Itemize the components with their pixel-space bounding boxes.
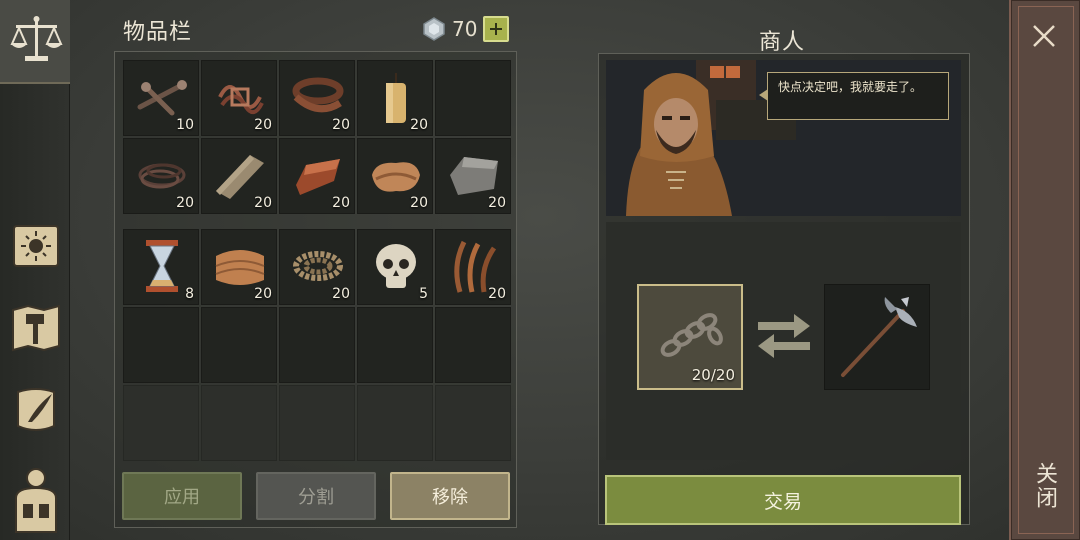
inventory-slot-locked — [279, 385, 355, 461]
inventory-grid-bottom: 8 20 20 5 20 — [123, 229, 511, 383]
offer-qty: 20/20 — [691, 366, 735, 384]
inventory-slot[interactable]: 20 — [123, 138, 199, 214]
close-panel-border — [1018, 6, 1074, 534]
item-qty: 20 — [254, 286, 272, 302]
item-qty: 20 — [254, 117, 272, 133]
close-icon[interactable] — [1030, 22, 1058, 50]
backpack-character-icon[interactable] — [8, 464, 64, 534]
inventory-slot[interactable]: 20 — [201, 229, 277, 305]
inventory-slot[interactable]: 8 — [123, 229, 199, 305]
quill-scroll-icon[interactable] — [8, 382, 64, 438]
item-qty: 20 — [410, 117, 428, 133]
inventory-slot-locked — [123, 385, 199, 461]
inventory-slot[interactable]: 20 — [279, 60, 355, 136]
inventory-slot-empty[interactable] — [357, 307, 433, 383]
skull-icon — [376, 244, 416, 288]
hammer-map-icon[interactable] — [8, 300, 64, 356]
inventory-slot[interactable]: 20 — [357, 138, 433, 214]
merchant-speech-bubble: 快点决定吧，我就要走了。 — [759, 72, 949, 120]
add-currency-button[interactable] — [483, 16, 510, 42]
inventory-slot[interactable]: 20 — [201, 60, 277, 136]
inventory-slot[interactable]: 5 — [357, 229, 433, 305]
item-qty: 20 — [332, 286, 350, 302]
inventory-slot-empty[interactable] — [279, 307, 355, 383]
inventory-slot-locked — [435, 385, 511, 461]
inventory-slot-locked — [357, 385, 433, 461]
inventory-slot-empty[interactable] — [435, 60, 511, 136]
scales-icon — [10, 16, 63, 61]
item-qty: 8 — [185, 286, 194, 302]
item-qty: 5 — [419, 286, 428, 302]
item-qty: 20 — [488, 195, 506, 211]
currency-value: 70 — [452, 17, 478, 41]
sun-book-icon[interactable] — [8, 218, 64, 274]
apply-button[interactable]: 应用 — [122, 472, 242, 520]
item-qty: 20 — [332, 195, 350, 211]
item-qty: 20 — [332, 117, 350, 133]
inventory-slot-locked — [201, 385, 277, 461]
split-button[interactable]: 分割 — [256, 472, 376, 520]
inventory-slot[interactable]: 20 — [279, 229, 355, 305]
inventory-slot[interactable]: 20 — [357, 60, 433, 136]
item-qty: 20 — [176, 195, 194, 211]
item-qty: 20 — [254, 195, 272, 211]
hourglass-icon — [146, 240, 178, 292]
item-qty: 20 — [410, 195, 428, 211]
exchange-arrows-icon — [758, 314, 810, 358]
trade-button[interactable]: 交易 — [605, 475, 961, 525]
gem-icon — [423, 17, 445, 41]
inventory-slot[interactable]: 20 — [201, 138, 277, 214]
inventory-slot[interactable]: 10 — [123, 60, 199, 136]
inventory-grid-locked — [123, 385, 511, 461]
inventory-slot-empty[interactable] — [123, 307, 199, 383]
item-qty: 20 — [488, 286, 506, 302]
remove-button[interactable]: 移除 — [390, 472, 510, 520]
inventory-grid-top: 10 20 20 20 20 20 20 20 20 — [123, 60, 511, 214]
merchant-title: 商人 — [759, 30, 806, 55]
inventory-slot[interactable]: 20 — [279, 138, 355, 214]
halberd-icon — [841, 297, 917, 377]
item-qty: 10 — [176, 117, 194, 133]
inventory-slot[interactable]: 20 — [435, 138, 511, 214]
inventory-slot-empty[interactable] — [201, 307, 277, 383]
receive-slot[interactable] — [824, 284, 930, 390]
currency-display: 70 — [422, 16, 510, 42]
inventory-slot[interactable]: 20 — [435, 229, 511, 305]
close-button-label[interactable]: 关闭 — [1030, 462, 1060, 510]
offer-slot[interactable]: 20/20 — [637, 284, 743, 390]
inventory-title: 物品栏 — [123, 20, 193, 45]
chain-icon — [660, 313, 723, 357]
inventory-slot-empty[interactable] — [435, 307, 511, 383]
